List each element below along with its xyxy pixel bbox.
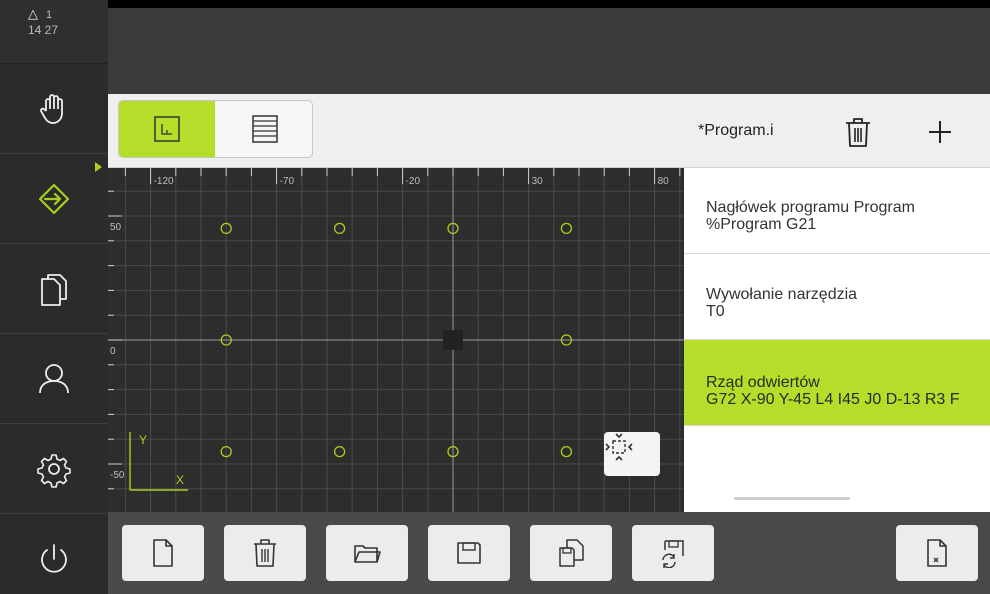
- save-reload-icon: [662, 540, 684, 568]
- new-program-button[interactable]: [122, 525, 204, 581]
- axis-x-label: X: [176, 473, 184, 487]
- drill-hole: [560, 222, 573, 235]
- add-block-button[interactable]: [920, 112, 960, 152]
- x-tick-label: -120: [154, 176, 174, 187]
- title-bar: [108, 8, 990, 94]
- save-as-icon: [559, 539, 584, 567]
- hand-icon: [40, 93, 63, 124]
- program-block-header[interactable]: Nagłówek programu Program %Program G21: [684, 168, 990, 254]
- graphic-view-icon: [154, 116, 180, 142]
- warning-triangle-icon[interactable]: △: [28, 6, 38, 22]
- program-header: *Program.i: [684, 94, 990, 168]
- x-tick-label: 80: [658, 176, 670, 187]
- y-tick-label: 50: [110, 222, 122, 233]
- block-title: Rząd odwiertów: [706, 374, 820, 391]
- files-icon: [41, 273, 67, 306]
- plus-icon: [929, 121, 951, 143]
- program-block-hole-row[interactable]: Rząd odwiertów G72 X-90 Y-45 L4 I45 J0 D…: [684, 340, 990, 426]
- y-tick-label: -50: [110, 470, 125, 481]
- program-filename: *Program.i: [698, 122, 774, 139]
- drill-hole: [560, 445, 573, 458]
- save-as-button[interactable]: [530, 525, 612, 581]
- mdi-arrow-icon: [38, 183, 70, 214]
- zoom-fit-icon: [605, 433, 633, 461]
- x-tick-label: 30: [532, 176, 544, 187]
- new-file-icon: [153, 539, 173, 567]
- menu-item-file-management[interactable]: [0, 244, 108, 334]
- program-graphic[interactable]: -120 -70 -20 30 80 50 0 -50 Y X: [108, 168, 684, 512]
- graphic-canvas: -120 -70 -20 30 80 50 0 -50 Y X: [108, 168, 684, 512]
- axis-y-label: Y: [139, 433, 147, 447]
- save-icon: [457, 542, 481, 564]
- status-area: △ 1 14 27: [0, 0, 108, 64]
- block-title: Wywołanie narzędzia: [706, 286, 858, 303]
- menu-item-user-login[interactable]: [0, 334, 108, 424]
- program-panel: *Program.i Nagłówek programu Program %Pr…: [684, 94, 990, 512]
- drill-hole: [333, 222, 346, 235]
- gear-icon: [37, 453, 71, 488]
- block-title: Nagłówek programu Program: [706, 199, 915, 216]
- block-code: %Program G21: [706, 216, 817, 233]
- x-tick-label: -20: [406, 176, 421, 187]
- user-icon: [39, 363, 69, 393]
- menu-item-power[interactable]: [0, 514, 108, 594]
- zoom-fit-button[interactable]: [604, 432, 660, 476]
- close-program-icon: [927, 539, 947, 567]
- menu-item-settings[interactable]: [0, 424, 108, 514]
- active-marker-icon: [95, 162, 102, 172]
- delete-block-button[interactable]: [838, 112, 878, 152]
- delete-program-button[interactable]: [224, 525, 306, 581]
- drill-hole: [333, 445, 346, 458]
- menu-item-mdi-mode[interactable]: [0, 154, 108, 244]
- tool-number: 1: [46, 9, 53, 21]
- program-block-tool-call[interactable]: Wywołanie narzędzia T0: [684, 254, 990, 340]
- close-program-button[interactable]: [896, 525, 978, 581]
- clock-time: 14 27: [28, 23, 59, 37]
- block-code: G72 X-90 Y-45 L4 I45 J0 D-13 R3 F: [706, 391, 960, 408]
- open-program-button[interactable]: [326, 525, 408, 581]
- file-toolbar: [108, 512, 990, 594]
- list-view-button[interactable]: [217, 101, 312, 157]
- delete-icon: [254, 539, 276, 567]
- scrollbar[interactable]: [734, 497, 850, 500]
- x-tick-label: -70: [280, 176, 295, 187]
- menu-item-manual-mode[interactable]: [0, 64, 108, 154]
- main-menu: △ 1 14 27: [0, 0, 108, 594]
- block-code: T0: [706, 303, 725, 320]
- view-toggle: [118, 100, 313, 158]
- save-and-reload-button[interactable]: [632, 525, 714, 581]
- save-program-button[interactable]: [428, 525, 510, 581]
- open-folder-icon: [354, 545, 381, 563]
- origin-marker: [443, 330, 463, 350]
- y-tick-label: 0: [110, 346, 116, 357]
- trash-icon: [846, 118, 870, 147]
- graphic-view-button[interactable]: [119, 101, 215, 157]
- power-icon: [41, 544, 67, 573]
- view-toolbar: [108, 94, 684, 168]
- list-view-icon: [252, 115, 278, 143]
